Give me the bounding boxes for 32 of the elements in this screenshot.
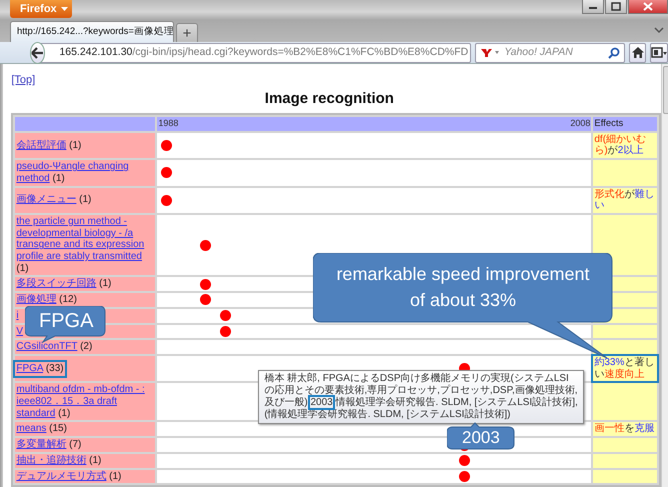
topic-link[interactable]: pseudo-Ψangle changing method (1) [16,161,154,185]
topic-link[interactable]: V [16,326,24,338]
callout-text: remarkable speed improvement of about 33% [335,263,591,312]
new-tab-button[interactable]: + [176,23,198,42]
topic-link[interactable]: multiband ofdm - mb-ofdm - : ieee802．15．3a draft standard (1) [16,384,154,420]
topic-link[interactable]: i [16,310,19,322]
topic-link[interactable]: 画像処理 (12) [16,294,77,306]
callout-text: 2003 [462,429,500,446]
axis-label: 2008 [570,118,590,130]
topic-link[interactable]: 会話型評価 (1) [16,140,82,152]
axis-label: 1988 [158,118,178,130]
column-header: Effects [593,117,658,131]
topic-link[interactable]: 画像メニュー (1) [16,194,92,206]
effect-text: 画一性を克服 [594,423,654,434]
topic-link[interactable]: デュアルメモリ方式 (1) [16,470,122,482]
callout-text: FPGA [39,311,94,331]
page-title: Image recognition [264,89,395,108]
url-field[interactable]: 165.242.101.30/cgi-bin/ipsj/head.cgi?keywords=%B2%E8%C1%FC%BD%E8%CD%FD [39,42,472,62]
topic-link[interactable]: CGsiliconTFT (2) [16,341,92,353]
topic-link[interactable]: means (15) [16,423,67,436]
effect-text: 約33%と著しい速度向上 [594,356,654,380]
topic-link[interactable]: the particle gun method - developmental biology - /a transgene and its expression profile are stably transmitted (1) [16,216,154,274]
topic-link[interactable]: 多変量解析 (7) [16,439,82,451]
effect-text: 形式化が難しい [594,188,654,212]
topic-link[interactable]: FPGA (33) [16,362,64,374]
topic-link[interactable]: 多段スイッチ回路 (1) [16,278,112,290]
search-input[interactable]: Yahoo! JAPAN [504,44,604,60]
effect-text: df(細かいむら)が2以上 [594,134,646,156]
top-link[interactable]: [Top] [11,74,36,87]
search-field[interactable]: Yahoo! JAPAN [475,42,626,62]
topic-link[interactable]: 抽出・追跡技術 (1) [16,454,102,467]
url-text: 165.242.101.30/cgi-bin/ipsj/head.cgi?keywords=%B2%E8%C1%FC%BD%E8%CD%FD [59,44,468,60]
